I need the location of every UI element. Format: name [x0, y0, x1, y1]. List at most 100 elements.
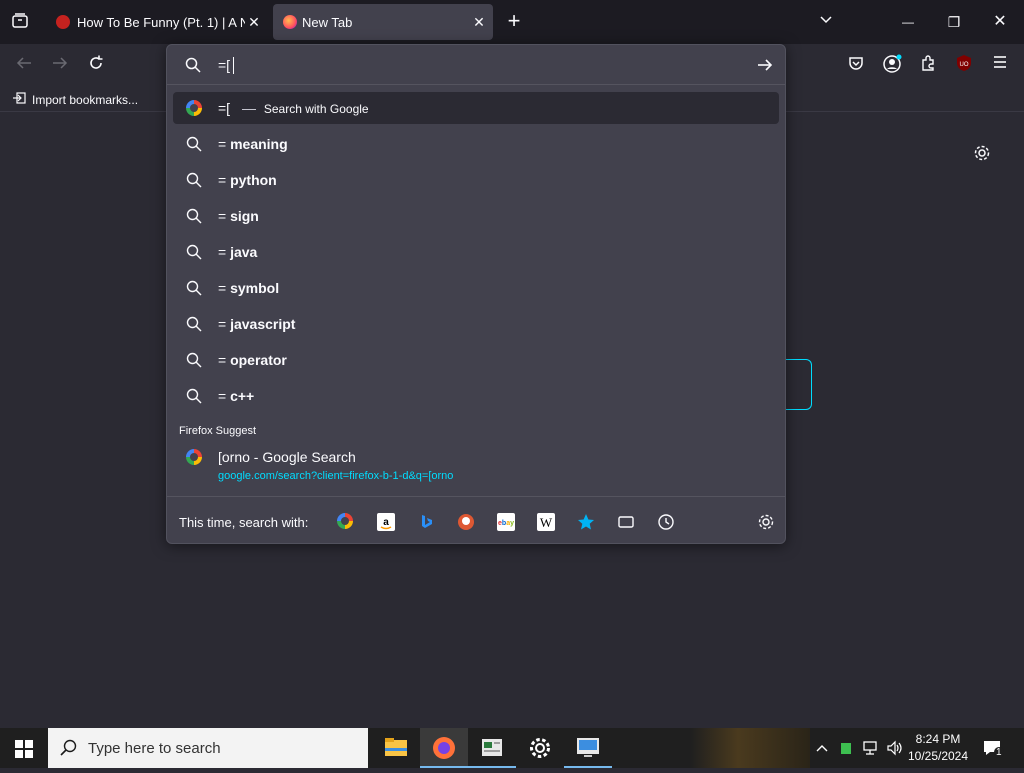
firefox-icon	[283, 15, 297, 29]
tab-close-icon[interactable]: ✕	[246, 14, 262, 31]
volume-icon[interactable]	[886, 740, 904, 761]
go-arrow-icon[interactable]	[756, 57, 774, 78]
list-item[interactable]: = java	[173, 236, 779, 268]
list-item[interactable]: = sign	[173, 200, 779, 232]
list-item[interactable]: = meaning	[173, 128, 779, 160]
search-shortcuts-footer: This time, search with: a ebay W	[167, 496, 785, 544]
list-item[interactable]: = javascript	[173, 308, 779, 340]
suggestion-action: Search with Google	[263, 102, 369, 116]
list-item[interactable]: = python	[173, 164, 779, 196]
amazon-icon[interactable]: a	[377, 513, 395, 531]
tab-favicon-icon	[56, 15, 70, 29]
back-arrow-icon[interactable]	[14, 54, 34, 78]
list-item[interactable]: = c++	[173, 380, 779, 412]
new-tab-button[interactable]: +	[504, 10, 524, 32]
tabs-icon[interactable]	[617, 513, 635, 531]
suggestion-prefix: =	[218, 352, 231, 368]
extensions-icon[interactable]	[918, 54, 938, 78]
search-icon	[186, 316, 202, 332]
urlbar-popup: =[ =[ — Search with Google = meaning = p…	[166, 44, 786, 544]
svg-text:a: a	[383, 517, 389, 528]
windows-taskbar: Type here to search 8:24 PM 10/25/2024 1	[0, 728, 1024, 768]
menu-icon[interactable]	[990, 54, 1010, 76]
suggestion-term: symbol	[230, 280, 280, 296]
news-app-icon[interactable]	[468, 728, 516, 768]
settings-gear-icon[interactable]	[516, 728, 564, 768]
firefox-suggest-item[interactable]: [orno - Google Search google.com/search?…	[173, 443, 779, 487]
urlbar[interactable]: =[	[167, 45, 785, 85]
suggestion-term: java	[230, 244, 258, 260]
wallpaper-peek	[690, 728, 810, 768]
suggestion-text: = javascript	[218, 316, 295, 332]
network-icon[interactable]	[862, 740, 880, 761]
google-icon	[186, 449, 202, 470]
minimize-button[interactable]: —	[898, 12, 918, 32]
urlbar-input[interactable]: =[	[218, 57, 230, 73]
suggestion-prefix: =	[218, 280, 231, 296]
clock[interactable]: 8:24 PM 10/25/2024	[906, 731, 970, 765]
suggestion-text: = operator	[218, 352, 287, 368]
ebay-icon[interactable]: ebay	[497, 513, 515, 531]
tab-bar: How To Be Funny (Pt. 1) | A Nor ✕ New Ta…	[0, 0, 1024, 44]
suggestion-text: = java	[218, 244, 257, 260]
duckduckgo-icon[interactable]	[457, 513, 475, 531]
search-with-label: This time, search with:	[179, 515, 309, 530]
suggestion-term: javascript	[230, 316, 296, 332]
suggestion-text: = python	[218, 172, 277, 188]
search-icon	[60, 739, 78, 761]
import-icon	[12, 91, 28, 108]
suggestion-text: = sign	[218, 208, 259, 224]
taskbar-search-box[interactable]: Type here to search	[48, 728, 368, 768]
chevron-up-icon[interactable]	[814, 740, 830, 761]
file-explorer-icon[interactable]	[372, 728, 420, 768]
import-bookmarks-label: Import bookmarks...	[32, 92, 139, 107]
svg-text:ebay: ebay	[498, 520, 514, 527]
search-icon	[186, 244, 202, 260]
suggestion-term: c++	[230, 388, 255, 404]
google-icon	[186, 100, 202, 116]
reload-icon[interactable]	[86, 54, 106, 78]
search-icon	[186, 280, 202, 296]
security-icon[interactable]	[838, 740, 854, 761]
suggestion-search-with-google[interactable]: =[ — Search with Google	[173, 92, 779, 124]
tab-how-to-be-funny[interactable]: How To Be Funny (Pt. 1) | A Nor ✕	[46, 4, 268, 40]
import-bookmarks-button[interactable]: Import bookmarks...	[12, 91, 138, 108]
bookmarks-star-icon[interactable]	[577, 513, 595, 531]
suggestion-text: =[ — Search with Google	[218, 100, 369, 116]
clock-time: 8:24 PM	[915, 732, 961, 746]
windows-start-icon[interactable]	[15, 740, 33, 763]
clock-date: 10/25/2024	[907, 749, 969, 763]
list-item[interactable]: = operator	[173, 344, 779, 376]
remote-desktop-icon[interactable]	[564, 728, 612, 768]
tab-list-icon[interactable]	[10, 12, 30, 36]
suggestion-text: = c++	[218, 388, 254, 404]
firefox-taskbar-icon[interactable]	[420, 728, 468, 768]
tab-new-tab[interactable]: New Tab ✕	[273, 4, 493, 40]
notification-count-badge: 1	[994, 747, 1004, 758]
search-settings-gear-icon[interactable]	[757, 513, 775, 531]
tab-title: New Tab	[302, 15, 353, 30]
tab-close-icon[interactable]: ✕	[471, 14, 487, 31]
forward-arrow-icon[interactable]	[50, 54, 70, 78]
ublock-icon[interactable]: UO	[954, 54, 974, 78]
history-clock-icon[interactable]	[657, 513, 675, 531]
suggestion-term: python	[230, 172, 277, 188]
suggestion-prefix: =	[218, 316, 231, 332]
suggest-url: google.com/search?client=firefox-b-1-d&q…	[218, 470, 454, 482]
text-cursor	[233, 57, 234, 74]
bing-icon[interactable]	[417, 513, 435, 531]
suggestion-query: =[	[218, 100, 231, 116]
maximize-button[interactable]: ❐	[944, 12, 964, 32]
suggestion-text: = symbol	[218, 280, 279, 296]
chevron-down-icon[interactable]	[816, 12, 836, 34]
list-item[interactable]: = symbol	[173, 272, 779, 304]
suggestion-prefix: =	[218, 136, 231, 152]
account-icon[interactable]	[882, 54, 902, 80]
google-icon[interactable]	[337, 513, 355, 531]
notifications-icon[interactable]: 1	[982, 739, 1004, 762]
suggestion-term: sign	[230, 208, 259, 224]
pocket-icon[interactable]	[846, 54, 866, 78]
close-window-button[interactable]: ✕	[990, 12, 1010, 32]
wikipedia-icon[interactable]: W	[537, 513, 555, 531]
page-settings-gear-icon[interactable]	[972, 144, 992, 168]
